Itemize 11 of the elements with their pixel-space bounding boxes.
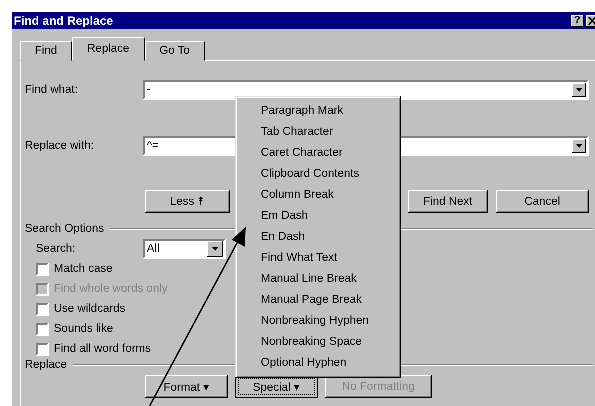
checkbox-label: Use wildcards <box>54 303 126 315</box>
field-label: Find what: <box>24 84 80 96</box>
window-title: Find and Replace <box>14 14 114 28</box>
checkbox-label: Find all word forms <box>54 343 152 355</box>
field-label: Replace with: <box>24 140 96 152</box>
checkbox-label: Sounds like <box>54 323 114 335</box>
checkbox-label: Find whole words only <box>54 283 168 295</box>
section-heading: Search Options <box>25 223 106 235</box>
section-heading: Replace <box>25 359 68 371</box>
field-label: Search: <box>35 243 77 255</box>
checkbox-label: Match case <box>54 263 113 275</box>
